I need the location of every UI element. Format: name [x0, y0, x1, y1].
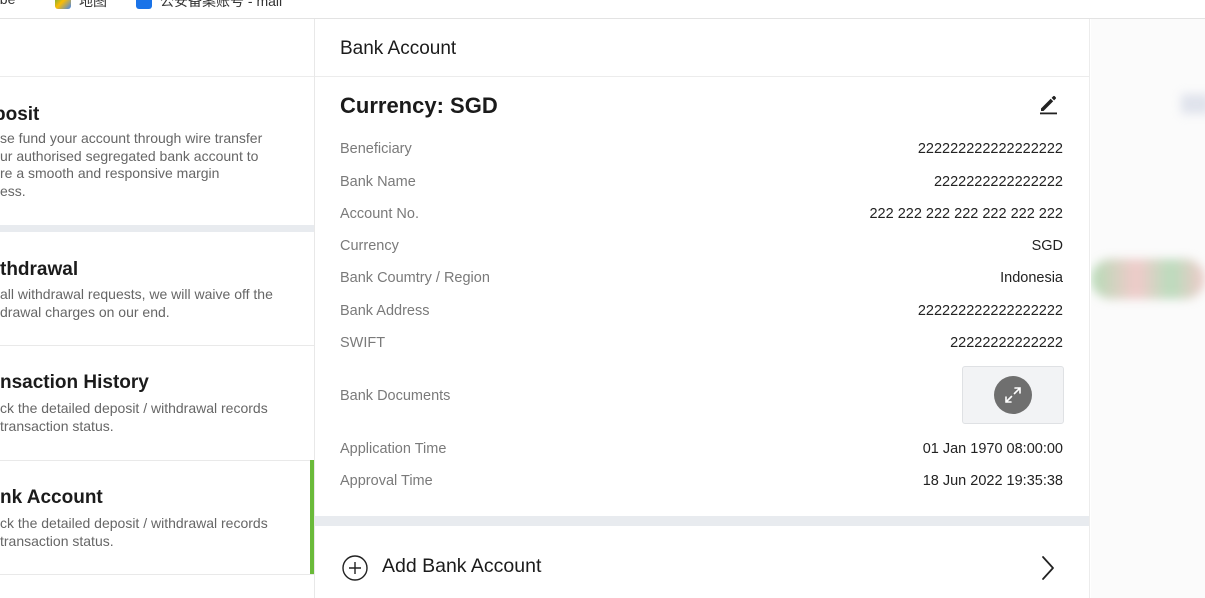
currency-heading: Currency: SGD [340, 93, 498, 118]
sidebar-item-bank-account[interactable]: nk Account ck the detailed deposit / wit… [0, 461, 314, 574]
add-bank-account-label: Add Bank Account [382, 555, 542, 577]
bank-account-panel: Bank Account Currency: SGD Beneficiary 2… [315, 19, 1090, 598]
background-chart-area [1091, 19, 1205, 598]
panel-header: Bank Account [315, 19, 1089, 77]
approval-time-label: Approval Time [340, 473, 433, 489]
divider [315, 516, 1089, 526]
bank-documents-preview[interactable] [962, 366, 1064, 424]
currency-value: SGD [1031, 238, 1063, 254]
account-no-value: 222 222 222 222 222 222 222 [869, 206, 1063, 222]
application-time-value: 01 Jan 1970 08:00:00 [922, 441, 1063, 457]
divider [0, 225, 314, 232]
sidebar: posit se fund your account through wire … [0, 19, 315, 598]
maps-icon [55, 0, 71, 9]
sidebar-item-withdrawal[interactable]: thdrawal all withdrawal requests, we wil… [0, 232, 314, 345]
expand-button[interactable] [994, 376, 1032, 414]
approval-time-value: 18 Jun 2022 19:35:38 [922, 473, 1063, 489]
mail-icon [136, 0, 152, 9]
currency-label: Currency [340, 238, 399, 254]
sidebar-item-title: nk Account [0, 487, 103, 508]
expand-icon [1005, 387, 1021, 403]
bank-name-value: 2222222222222222 [933, 174, 1063, 190]
sidebar-item-desc: ck the detailed deposit / withdrawal rec… [0, 400, 268, 434]
sidebar-item-transaction-history[interactable]: nsaction History ck the detailed deposit… [0, 346, 314, 460]
beneficiary-label: Beneficiary [340, 141, 412, 157]
sidebar-item-desc: ck the detailed deposit / withdrawal rec… [0, 515, 268, 549]
sidebar-item-deposit[interactable]: posit se fund your account through wire … [0, 77, 314, 225]
bookmark-label: 公安备案账号 - mail [160, 0, 283, 9]
sidebar-item-title: thdrawal [0, 259, 79, 280]
plus-circle-icon [342, 555, 368, 581]
pencil-icon [1040, 95, 1057, 115]
bank-address-value: 222222222222222222 [917, 303, 1063, 319]
bookmark-label: ube [0, 0, 15, 7]
bookmark-youtube[interactable]: ube [0, 0, 15, 7]
application-time-label: Application Time [340, 441, 447, 457]
chevron-right-icon [1042, 556, 1054, 580]
page-title: Bank Account [340, 38, 457, 59]
sidebar-item-desc: all withdrawal requests, we will waive o… [0, 286, 273, 320]
divider [0, 574, 314, 575]
sidebar-item-title: nsaction History [0, 372, 149, 393]
add-bank-account-button[interactable]: Add Bank Account [315, 526, 1089, 598]
sidebar-header [0, 19, 314, 77]
swift-label: SWIFT [340, 335, 386, 351]
bank-address-label: Bank Address [340, 303, 430, 319]
beneficiary-value: 222222222222222222 [917, 141, 1063, 157]
bank-documents-label: Bank Documents [340, 388, 451, 404]
bookmark-maps[interactable]: 地图 [55, 0, 107, 11]
sidebar-item-title: posit [0, 104, 40, 125]
bank-country-label: Bank Coumtry / Region [340, 270, 490, 286]
swift-value: 22222222222222 [950, 335, 1063, 351]
bookmark-mail[interactable]: 公安备案账号 - mail [136, 0, 282, 11]
bookmarks-bar: ube 地图 公安备案账号 - mail [0, 0, 1205, 19]
edit-button[interactable] [1037, 91, 1061, 115]
account-no-label: Account No. [340, 206, 419, 222]
bank-country-value: Indonesia [1000, 270, 1063, 286]
sidebar-item-desc: se fund your account through wire transf… [0, 130, 263, 199]
bank-name-label: Bank Name [340, 174, 416, 190]
bookmark-label: 地图 [79, 0, 107, 9]
